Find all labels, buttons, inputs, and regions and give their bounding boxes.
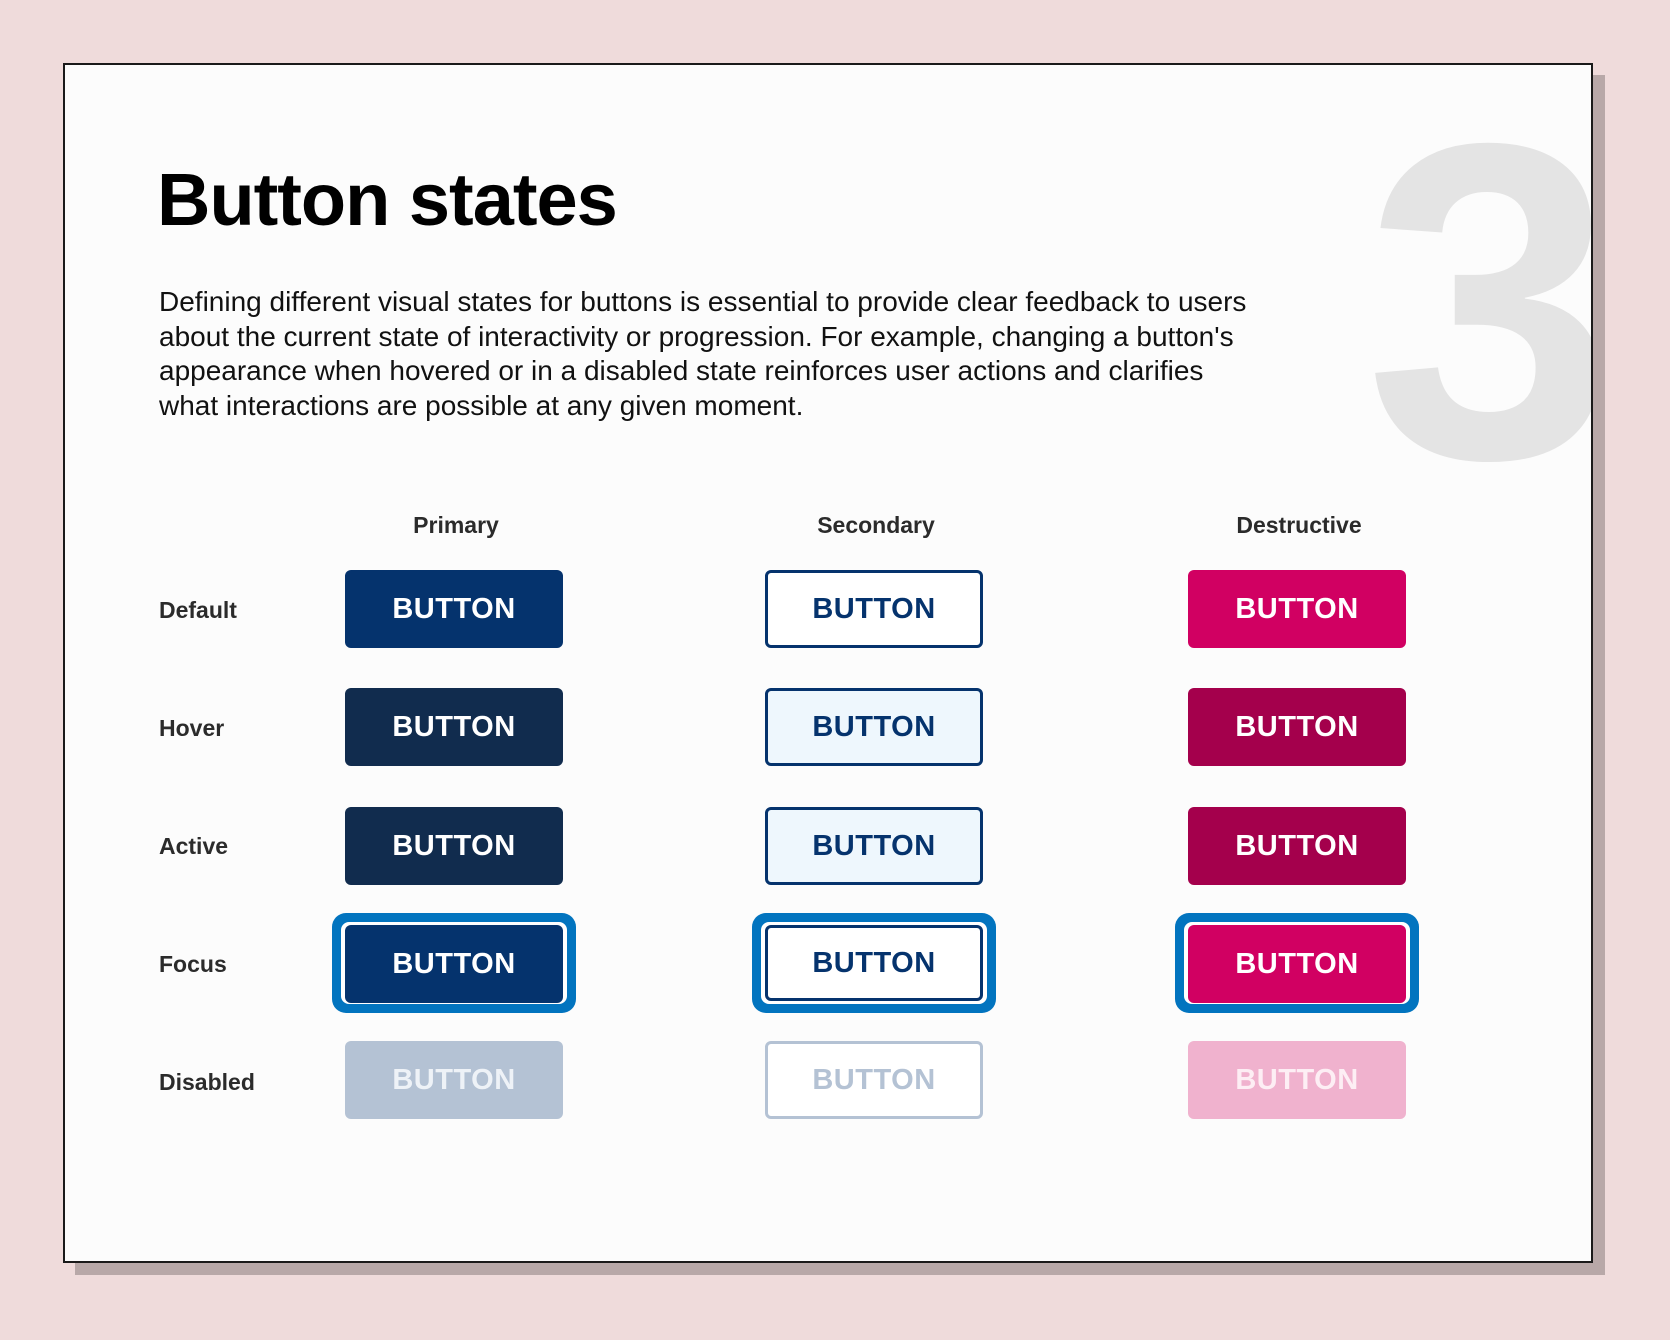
secondary-active-button-cell: BUTTON [765,807,983,885]
destructive-hover-button[interactable]: BUTTON [1188,688,1406,766]
secondary-focus-button[interactable]: BUTTON [765,925,983,1001]
destructive-default-button-cell: BUTTON [1188,570,1406,648]
row-label-focus: Focus [159,951,227,977]
secondary-hover-button[interactable]: BUTTON [765,688,983,766]
destructive-focus-button-cell: BUTTON [1175,913,1419,1013]
page-title: Button states [157,158,618,241]
row-label-active: Active [159,833,229,859]
primary-active-button-cell: BUTTON [345,807,563,885]
slide-card: 3 Button states Defining different visua… [63,63,1593,1263]
secondary-default-button-cell: BUTTON [765,570,983,648]
primary-default-button[interactable]: BUTTON [345,570,563,648]
column-header-destructive: Destructive [1236,512,1362,538]
primary-focus-button-cell: BUTTON [332,913,576,1013]
destructive-hover-button-cell: BUTTON [1188,688,1406,766]
primary-focus-button[interactable]: BUTTON [345,925,563,1003]
row-label-default: Default [159,597,237,623]
destructive-default-button[interactable]: BUTTON [1188,570,1406,648]
secondary-disabled-button: BUTTON [765,1041,983,1119]
row-label-hover: Hover [159,715,225,741]
page-description: Defining different visual states for but… [159,286,1247,421]
primary-disabled-button-cell: BUTTON [345,1041,563,1119]
secondary-default-button[interactable]: BUTTON [765,570,983,648]
row-label-disabled: Disabled [159,1069,255,1095]
secondary-focus-button-cell: BUTTON [752,913,996,1013]
primary-default-button-cell: BUTTON [345,570,563,648]
primary-disabled-button: BUTTON [345,1041,563,1119]
destructive-disabled-button: BUTTON [1188,1041,1406,1119]
destructive-focus-button[interactable]: BUTTON [1188,925,1406,1003]
secondary-active-button[interactable]: BUTTON [765,807,983,885]
primary-hover-button[interactable]: BUTTON [345,688,563,766]
column-header-secondary: Secondary [817,512,935,538]
primary-hover-button-cell: BUTTON [345,688,563,766]
primary-active-button[interactable]: BUTTON [345,807,563,885]
section-number: 3 [1364,63,1593,553]
destructive-disabled-button-cell: BUTTON [1188,1041,1406,1119]
column-header-primary: Primary [413,512,499,538]
secondary-disabled-button-cell: BUTTON [765,1041,983,1119]
destructive-active-button-cell: BUTTON [1188,807,1406,885]
destructive-active-button[interactable]: BUTTON [1188,807,1406,885]
secondary-hover-button-cell: BUTTON [765,688,983,766]
